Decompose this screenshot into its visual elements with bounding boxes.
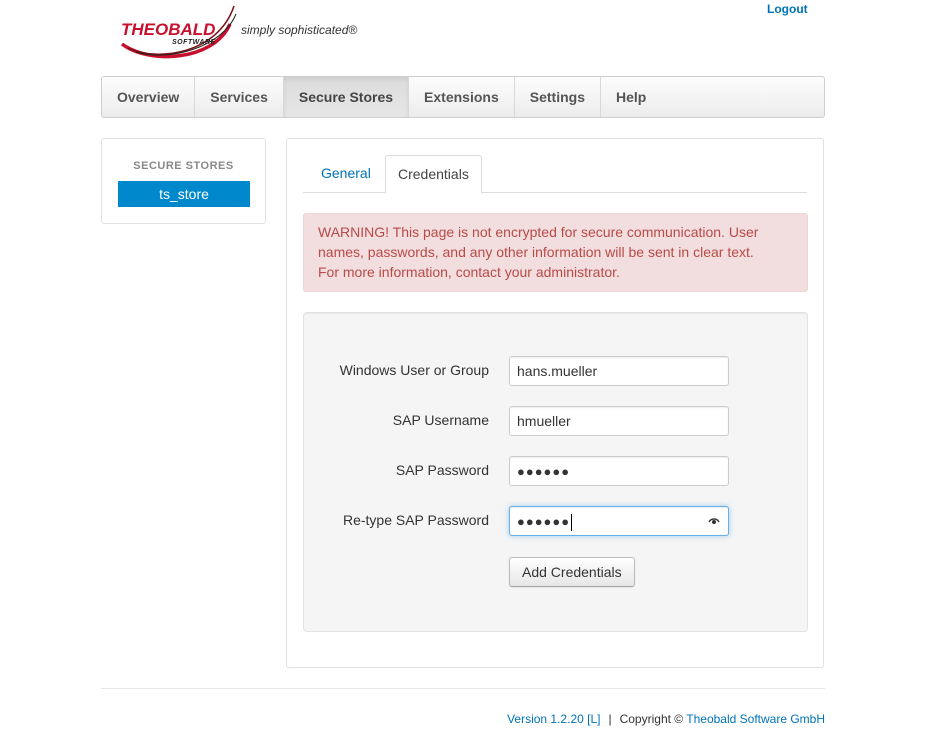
nav-overview[interactable]: Overview (102, 77, 196, 117)
tab-general[interactable]: General (309, 155, 383, 193)
nav-settings[interactable]: Settings (515, 77, 601, 117)
footer: Version 1.2.20 [L] | Copyright © Theobald … (507, 712, 825, 726)
alert-line-3: For more information, contact your admin… (318, 264, 620, 280)
logo-wordmark: THEOBALD (121, 20, 216, 39)
sidebar-item-ts-store[interactable]: ts_store (118, 181, 250, 207)
content-panel: General Credentials WARNING! This page i… (286, 138, 824, 668)
version-link[interactable]: Version 1.2.20 [L] (507, 712, 600, 726)
company-link[interactable]: Theobald Software GmbH (686, 712, 825, 726)
nav-secure-stores[interactable]: Secure Stores (283, 77, 410, 117)
sap-password-input[interactable]: ●●●●●● (509, 456, 729, 486)
nav-services[interactable]: Services (195, 77, 284, 117)
sidebar-header: SECURE STORES (133, 160, 234, 172)
sap-password-label: SAP Password (395, 462, 489, 478)
main-navbar: Overview Services Secure Stores Extensio… (101, 76, 825, 118)
text-caret (571, 513, 573, 531)
logo-subtitle: SOFTWARE (172, 39, 216, 46)
tab-bar: General Credentials (303, 155, 807, 194)
retype-password-input[interactable]: ●●●●●● (509, 506, 729, 536)
logo-slogan: simply sophisticated® (241, 23, 358, 37)
copyright-text: Copyright © (619, 712, 684, 726)
add-credentials-button[interactable]: Add Credentials (509, 557, 635, 587)
theobald-logo: THEOBALD SOFTWARE simply sophisticated® (118, 2, 378, 64)
windows-user-label: Windows User or Group (339, 362, 489, 378)
sap-password-mask: ●●●●●● (517, 464, 571, 479)
windows-user-input[interactable]: hans.mueller (509, 356, 729, 386)
nav-extensions[interactable]: Extensions (409, 77, 515, 117)
retype-password-label: Re-type SAP Password (342, 512, 489, 528)
retype-password-mask: ●●●●●● (517, 514, 571, 529)
credentials-form: Windows User or Group hans.mueller SAP U… (303, 312, 808, 632)
alert-line-2: names, passwords, and any other informat… (318, 244, 754, 260)
footer-separator: | (608, 712, 612, 726)
nav-help[interactable]: Help (601, 77, 661, 117)
secure-stores-sidebar: SECURE STORES ts_store (101, 138, 266, 224)
warning-alert: WARNING! This page is not encrypted for … (303, 213, 808, 292)
tab-credentials[interactable]: Credentials (385, 155, 482, 194)
sap-username-input[interactable]: hmueller (509, 406, 729, 436)
alert-line-1: WARNING! This page is not encrypted for … (318, 224, 759, 240)
sap-username-label: SAP Username (392, 412, 489, 428)
footer-divider (101, 688, 825, 689)
reveal-password-eye-icon[interactable] (708, 515, 720, 527)
logout-link[interactable]: Logout (767, 2, 808, 16)
